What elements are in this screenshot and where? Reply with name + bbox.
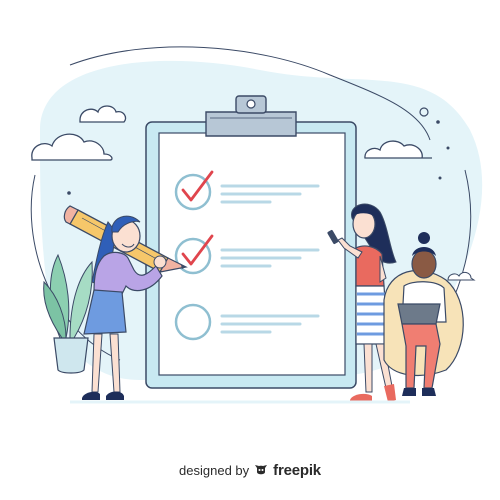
freepik-brand-label: freepik [273, 461, 321, 479]
hair-bun [418, 232, 430, 244]
clipboard-clip-hole [246, 99, 256, 109]
illustration-scene [30, 46, 483, 404]
woman-hand [153, 255, 167, 269]
credit-line: designed by freepik [0, 458, 500, 482]
designed-by-label: designed by [179, 462, 250, 478]
decor-dot [436, 120, 440, 124]
decor-dot [67, 191, 71, 195]
woman-leg [91, 333, 103, 393]
decor-dot [438, 176, 442, 180]
plant-pot [53, 337, 89, 374]
woman-shoe [422, 388, 436, 396]
woman-shoe [106, 391, 124, 400]
woman-shoe [402, 388, 416, 396]
clipboard [145, 95, 357, 389]
laptop-icon [397, 303, 441, 325]
woman-leg [109, 333, 121, 393]
checkbox-circle [174, 303, 212, 341]
freepik-logo-icon [254, 463, 268, 477]
woman-shoe [82, 391, 100, 400]
woman-head [411, 249, 437, 279]
woman-leg [363, 343, 373, 393]
decor-dot [446, 146, 450, 150]
clipboard-clip [205, 111, 297, 137]
woman-shoe [384, 384, 396, 402]
